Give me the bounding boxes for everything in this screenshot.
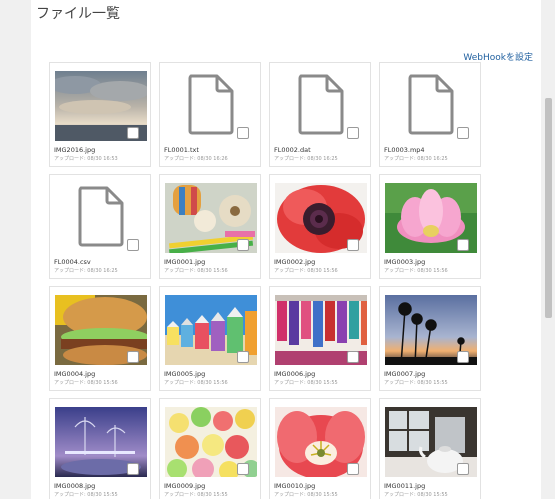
file-card[interactable]: FL0002.dat アップロード: 08/30 16:25 — [269, 62, 371, 167]
upload-date: アップロード: 08/30 15:56 — [54, 380, 118, 386]
upload-date: アップロード: 08/30 15:56 — [274, 268, 338, 274]
select-checkbox[interactable] — [237, 463, 249, 475]
file-card[interactable]: IMG0011.jpg アップロード: 08/30 15:55 — [379, 398, 481, 499]
file-card[interactable]: IMG2016.jpg アップロード: 08/30 16:53 — [49, 62, 151, 167]
main-panel: ファイル一覧 WebHookを設定 IMG2016.jpg アップロード: 08/… — [31, 0, 541, 499]
upload-date: アップロード: 08/30 15:55 — [274, 380, 338, 386]
file-card[interactable]: IMG0009.jpg アップロード: 08/30 15:55 — [159, 398, 261, 499]
file-name: IMG0003.jpg — [384, 258, 426, 266]
file-name: FL0003.mp4 — [384, 146, 425, 154]
file-name: IMG0011.jpg — [384, 482, 426, 490]
file-card[interactable]: IMG0007.jpg アップロード: 08/30 15:55 — [379, 286, 481, 391]
file-name: IMG0004.jpg — [54, 370, 96, 378]
file-card[interactable]: IMG0001.jpg アップロード: 08/30 15:56 — [159, 174, 261, 279]
select-checkbox[interactable] — [347, 351, 359, 363]
file-name: FL0002.dat — [274, 146, 311, 154]
file-card[interactable]: IMG0010.jpg アップロード: 08/30 15:55 — [269, 398, 371, 499]
file-name: IMG0001.jpg — [164, 258, 206, 266]
scrollbar-thumb[interactable] — [545, 98, 552, 318]
file-name: IMG0002.jpg — [274, 258, 316, 266]
upload-date: アップロード: 08/30 16:25 — [54, 268, 118, 274]
select-checkbox[interactable] — [127, 127, 139, 139]
file-name: IMG0009.jpg — [164, 482, 206, 490]
file-card[interactable]: FL0001.txt アップロード: 08/30 16:26 — [159, 62, 261, 167]
scrollbar[interactable] — [543, 0, 555, 499]
upload-date: アップロード: 08/30 16:26 — [164, 156, 228, 162]
upload-date: アップロード: 08/30 15:55 — [384, 380, 448, 386]
file-name: IMG0005.jpg — [164, 370, 206, 378]
upload-date: アップロード: 08/30 15:55 — [274, 492, 338, 498]
file-name: IMG0008.jpg — [54, 482, 96, 490]
select-checkbox[interactable] — [237, 127, 249, 139]
upload-date: アップロード: 08/30 15:56 — [164, 380, 228, 386]
file-name: IMG0007.jpg — [384, 370, 426, 378]
upload-date: アップロード: 08/30 15:55 — [384, 492, 448, 498]
select-checkbox[interactable] — [457, 351, 469, 363]
select-checkbox[interactable] — [237, 351, 249, 363]
file-card[interactable]: IMG0008.jpg アップロード: 08/30 15:55 — [49, 398, 151, 499]
select-checkbox[interactable] — [127, 351, 139, 363]
file-name: FL0001.txt — [164, 146, 199, 154]
file-card[interactable]: IMG0003.jpg アップロード: 08/30 15:56 — [379, 174, 481, 279]
select-checkbox[interactable] — [237, 239, 249, 251]
file-card[interactable]: IMG0006.jpg アップロード: 08/30 15:55 — [269, 286, 371, 391]
upload-date: アップロード: 08/30 15:56 — [384, 268, 448, 274]
select-checkbox[interactable] — [127, 463, 139, 475]
select-checkbox[interactable] — [347, 127, 359, 139]
upload-date: アップロード: 08/30 15:55 — [54, 492, 118, 498]
page-title: ファイル一覧 — [36, 6, 120, 22]
upload-date: アップロード: 08/30 16:25 — [384, 156, 448, 162]
select-checkbox[interactable] — [347, 239, 359, 251]
file-card[interactable]: IMG0004.jpg アップロード: 08/30 15:56 — [49, 286, 151, 391]
select-checkbox[interactable] — [127, 239, 139, 251]
select-checkbox[interactable] — [347, 463, 359, 475]
select-checkbox[interactable] — [457, 239, 469, 251]
file-card[interactable]: IMG0002.jpg アップロード: 08/30 15:56 — [269, 174, 371, 279]
upload-date: アップロード: 08/30 16:53 — [54, 156, 118, 162]
select-checkbox[interactable] — [457, 463, 469, 475]
file-name: IMG0006.jpg — [274, 370, 316, 378]
file-name: FL0004.csv — [54, 258, 91, 266]
file-card[interactable]: FL0004.csv アップロード: 08/30 16:25 — [49, 174, 151, 279]
upload-date: アップロード: 08/30 15:55 — [164, 492, 228, 498]
file-name: IMG0010.jpg — [274, 482, 316, 490]
file-name: IMG2016.jpg — [54, 146, 96, 154]
upload-date: アップロード: 08/30 16:25 — [274, 156, 338, 162]
select-checkbox[interactable] — [457, 127, 469, 139]
file-card[interactable]: FL0003.mp4 アップロード: 08/30 16:25 — [379, 62, 481, 167]
upload-date: アップロード: 08/30 15:56 — [164, 268, 228, 274]
file-card[interactable]: IMG0005.jpg アップロード: 08/30 15:56 — [159, 286, 261, 391]
